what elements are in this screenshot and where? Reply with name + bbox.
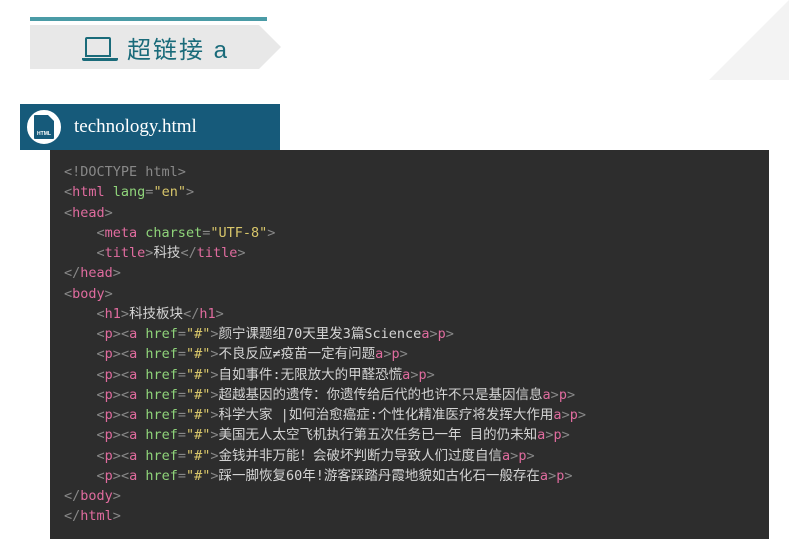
code-line-head-close: </head> [64, 263, 755, 283]
code-line-link: <p><a href="#">不良反应≠疫苗一定有问题a>p> [64, 344, 755, 364]
code-line-head-open: <head> [64, 203, 755, 223]
code-line-html-close: </html> [64, 506, 755, 526]
file-name: technology.html [74, 116, 197, 138]
section-bar: 超链接 a [30, 25, 259, 69]
code-line-body-close: </body> [64, 486, 755, 506]
section-title: 超链接 a [127, 30, 229, 65]
file-header: HTML technology.html [20, 104, 280, 150]
code-line-link: <p><a href="#">颜宁课题组70天里发3篇Sciencea>p> [64, 324, 755, 344]
decorative-corner [709, 0, 789, 80]
code-line-meta: <meta charset="UTF-8"> [64, 223, 755, 243]
code-line-link: <p><a href="#">科学大家 |如何治愈癌症:个性化精准医疗将发挥大作… [64, 405, 755, 425]
code-line-link: <p><a href="#">金钱并非万能！会破坏判断力导致人们过度自信a>p> [64, 446, 755, 466]
code-line-link: <p><a href="#">美国无人太空飞机执行第五次任务已一年 目的仍未知a… [64, 425, 755, 445]
code-line-link: <p><a href="#">自如事件:无限放大的甲醛恐慌a>p> [64, 365, 755, 385]
laptop-icon [85, 37, 111, 57]
html-file-icon: HTML [24, 107, 64, 147]
code-line-link: <p><a href="#">踩一脚恢复60年!游客踩踏丹霞地貌如古化石一般存在… [64, 466, 755, 486]
code-block: <!DOCTYPE html> <html lang="en"> <head> … [50, 150, 769, 539]
code-links-container: <p><a href="#">颜宁课题组70天里发3篇Sciencea>p> <… [64, 324, 755, 486]
code-line-body-open: <body> [64, 284, 755, 304]
code-line-h1: <h1>科技板块</h1> [64, 304, 755, 324]
section-header: 超链接 a [30, 25, 259, 69]
code-line-doctype: <!DOCTYPE html> [64, 162, 755, 182]
code-line-link: <p><a href="#">超越基因的遗传：你遗传给后代的也许不只是基因信息a… [64, 385, 755, 405]
code-line-title: <title>科技</title> [64, 243, 755, 263]
code-line-html-open: <html lang="en"> [64, 182, 755, 202]
